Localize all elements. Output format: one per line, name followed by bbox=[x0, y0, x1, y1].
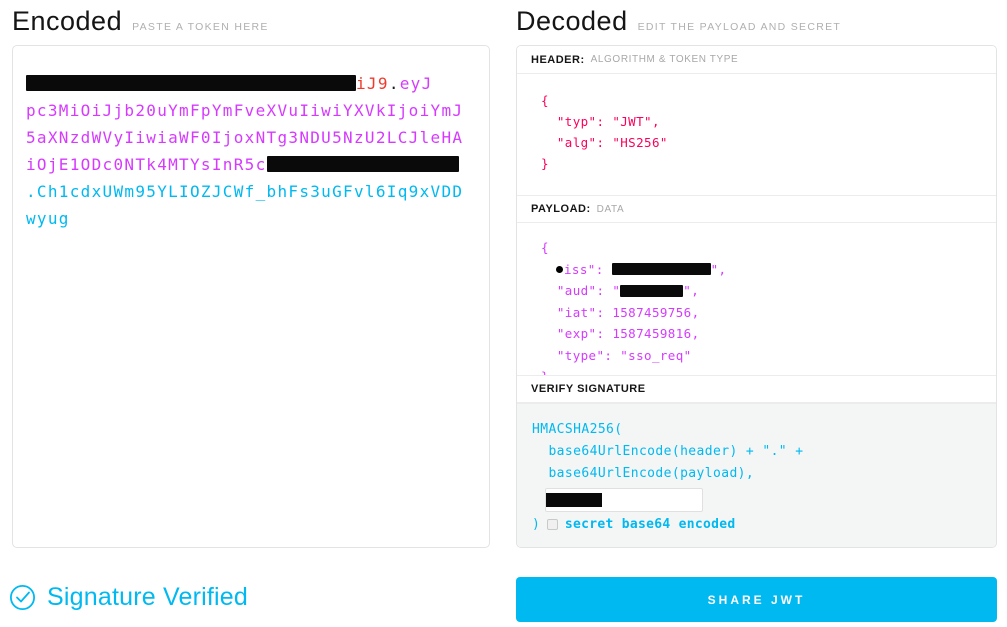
iss-key: iss": bbox=[564, 262, 612, 277]
payload-section-sublabel: DATA bbox=[597, 204, 625, 215]
verify-signature-area: HMACSHA256( base64UrlEncode(header) + ".… bbox=[517, 403, 996, 547]
verified-check-icon bbox=[9, 584, 36, 611]
payload-line-iss: iss": ", bbox=[541, 259, 972, 281]
signature-status-text: Signature Verified bbox=[47, 583, 248, 612]
iss-suffix: ", bbox=[711, 262, 727, 277]
aud-key: "aud": " bbox=[541, 283, 620, 298]
verify-section-label: VERIFY SIGNATURE bbox=[531, 383, 646, 395]
token-line-3: 5aXNzdWVyIiwiaWF0IjoxNTg3NDU5NzU2LCJleHA bbox=[26, 124, 476, 151]
token-line-5: .Ch1cdxUWm95YLIOZJCWf_bhFs3uGFvl6Iq9xVDD bbox=[26, 178, 476, 205]
verify-encode-payload-line: base64UrlEncode(payload), bbox=[532, 463, 976, 485]
token-line-2: pc3MiOiJjb20uYmFpYmFveXVuIiwiYXVkIjoiYmJ bbox=[26, 97, 476, 124]
share-jwt-button[interactable]: SHARE JWT bbox=[516, 577, 997, 622]
payload-line-type: "type": "sso_req" bbox=[541, 345, 972, 367]
header-section-title: HEADER: ALGORITHM & TOKEN TYPE bbox=[517, 46, 996, 74]
encoded-subtitle: PASTE A TOKEN HERE bbox=[132, 21, 269, 33]
aud-suffix: ", bbox=[683, 283, 699, 298]
redaction-bar bbox=[620, 285, 683, 297]
verify-algo-line: HMACSHA256( bbox=[532, 419, 976, 441]
header-json-editor[interactable]: { "typ": "JWT", "alg": "HS256" } bbox=[517, 74, 996, 195]
header-section-sublabel: ALGORITHM & TOKEN TYPE bbox=[591, 54, 739, 65]
redaction-dot bbox=[556, 266, 563, 273]
redaction-bar bbox=[267, 156, 459, 172]
decoded-panel: HEADER: ALGORITHM & TOKEN TYPE { "typ": … bbox=[516, 45, 997, 548]
redaction-bar bbox=[612, 263, 711, 275]
signature-status: Signature Verified bbox=[9, 583, 248, 612]
payload-json-editor[interactable]: { iss": ", "aud": " ", "iat": 1587459756,… bbox=[517, 223, 996, 375]
token-line-1: iJ9.eyJ bbox=[26, 70, 476, 97]
payload-line-open: { bbox=[541, 237, 972, 259]
payload-line-aud: "aud": " ", bbox=[541, 280, 972, 302]
token-separator: . bbox=[389, 74, 400, 93]
redaction-bar bbox=[546, 493, 602, 507]
encoded-title-row: Encoded PASTE A TOKEN HERE bbox=[12, 6, 269, 37]
base64-checkbox[interactable] bbox=[547, 519, 558, 530]
verify-section-title: VERIFY SIGNATURE bbox=[517, 375, 996, 403]
encoded-title: Encoded bbox=[12, 6, 122, 37]
header-section-label: HEADER: bbox=[531, 54, 585, 66]
token-line-6: wyug bbox=[26, 205, 476, 232]
payload-section-label: PAYLOAD: bbox=[531, 203, 591, 215]
verify-footer-row: ) secret base64 encoded bbox=[532, 517, 976, 532]
payload-section-title: PAYLOAD: DATA bbox=[517, 195, 996, 223]
decoded-subtitle: EDIT THE PAYLOAD AND SECRET bbox=[638, 21, 842, 33]
payload-line-exp: "exp": 1587459816, bbox=[541, 323, 972, 345]
payload-line-iat: "iat": 1587459756, bbox=[541, 302, 972, 324]
redaction-bar bbox=[26, 75, 356, 91]
token-payload-segment: iOjE1ODc0NTk4MTYsInR5c bbox=[26, 155, 267, 174]
encoded-token-editor[interactable]: iJ9.eyJ pc3MiOiJjb20uYmFpYmFveXVuIiwiYXV… bbox=[12, 45, 490, 548]
token-line-4: iOjE1ODc0NTk4MTYsInR5c bbox=[26, 151, 476, 178]
decoded-title: Decoded bbox=[516, 6, 628, 37]
secret-input-wrap bbox=[545, 488, 703, 512]
token-header-segment: iJ9 bbox=[356, 74, 389, 93]
verify-encode-header-line: base64UrlEncode(header) + "." + bbox=[532, 441, 976, 463]
closing-paren: ) bbox=[532, 517, 540, 532]
decoded-title-row: Decoded EDIT THE PAYLOAD AND SECRET bbox=[516, 6, 841, 37]
token-payload-segment: eyJ bbox=[400, 74, 433, 93]
base64-checkbox-label[interactable]: secret base64 encoded bbox=[565, 517, 736, 532]
